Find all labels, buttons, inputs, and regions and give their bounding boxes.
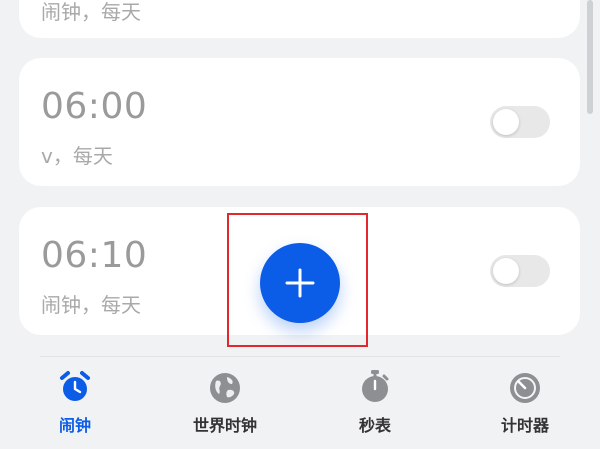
alarm-clock-icon — [60, 371, 90, 401]
stopwatch-icon — [362, 370, 389, 402]
tab-label: 闹钟 — [58, 416, 91, 435]
alarm-toggle[interactable] — [490, 106, 550, 138]
tab-label: 计时器 — [500, 416, 549, 435]
highlight-box — [227, 213, 368, 347]
alarm-time: 06:10 — [41, 235, 148, 276]
tab-label: 世界时钟 — [192, 416, 257, 435]
alarm-card[interactable]: 闹钟，每天 — [19, 0, 580, 38]
tab-alarm[interactable]: 闹钟 — [15, 370, 135, 436]
alarm-card[interactable]: 06:00 v，每天 — [19, 58, 580, 186]
globe-icon — [210, 373, 240, 403]
alarm-time: 06:00 — [41, 86, 148, 127]
tab-label: 秒表 — [358, 416, 391, 435]
alarm-toggle[interactable] — [490, 255, 550, 287]
toggle-knob — [493, 258, 519, 284]
tab-timer[interactable]: 计时器 — [465, 370, 585, 436]
toggle-knob — [493, 109, 519, 135]
tab-bar-divider — [40, 356, 560, 357]
timer-icon — [510, 373, 540, 403]
tab-stopwatch[interactable]: 秒表 — [315, 370, 435, 436]
alarm-label: v，每天 — [41, 144, 113, 168]
alarm-label: 闹钟，每天 — [41, 293, 141, 317]
alarm-label: 闹钟，每天 — [41, 0, 141, 24]
scrollbar[interactable] — [587, 0, 593, 114]
tab-world-clock[interactable]: 世界时钟 — [165, 370, 285, 436]
